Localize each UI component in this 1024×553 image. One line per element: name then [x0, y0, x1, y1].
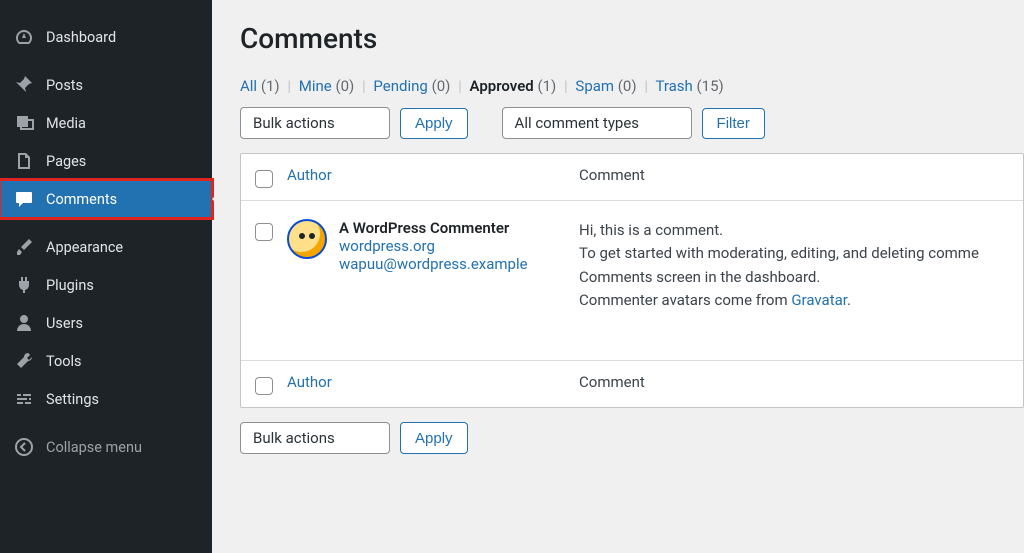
apply-button[interactable]: Apply	[400, 108, 468, 139]
comment-type-select[interactable]: All comment types	[502, 107, 692, 139]
column-author-bottom[interactable]: Author	[287, 373, 579, 391]
brush-icon	[14, 237, 34, 257]
bulk-actions-label: Bulk actions	[253, 114, 335, 132]
filter-approved-count: (1)	[537, 77, 556, 95]
top-toolbar: Bulk actions Apply All comment types Fil…	[240, 107, 1024, 139]
sidebar-item-media[interactable]: Media	[0, 104, 212, 142]
sidebar-item-label: Settings	[46, 391, 99, 408]
sliders-icon	[14, 389, 34, 409]
sidebar-item-label: Users	[46, 315, 83, 332]
plug-icon	[14, 275, 34, 295]
sidebar-item-collapse[interactable]: Collapse menu	[0, 428, 212, 466]
sidebar-item-settings[interactable]: Settings	[0, 380, 212, 418]
sidebar-item-plugins[interactable]: Plugins	[0, 266, 212, 304]
media-icon	[14, 113, 34, 133]
sidebar-item-pages[interactable]: Pages	[0, 142, 212, 180]
filter-links: All (1) | Mine (0) | Pending (0) | Appro…	[240, 77, 1024, 95]
sidebar-item-tools[interactable]: Tools	[0, 342, 212, 380]
filter-trash[interactable]: Trash	[655, 77, 692, 95]
comment-line: Comments screen in the dashboard.	[579, 266, 1009, 289]
bulk-actions-select-bottom[interactable]: Bulk actions	[240, 422, 390, 454]
author-url[interactable]: wordpress.org	[339, 237, 528, 255]
filter-all[interactable]: All	[240, 77, 257, 95]
filter-approved[interactable]: Approved	[470, 77, 534, 95]
table-header-row: Author Comment	[241, 154, 1023, 200]
collapse-icon	[14, 437, 34, 457]
apply-button-bottom[interactable]: Apply	[400, 422, 468, 454]
column-comment-bottom: Comment	[579, 373, 645, 391]
comment-line: To get started with moderating, editing,…	[579, 242, 1009, 265]
user-icon	[14, 313, 34, 333]
avatar	[287, 219, 327, 259]
author-block: A WordPress Commenter wordpress.org wapu…	[287, 219, 579, 273]
sidebar-item-label: Plugins	[46, 277, 94, 294]
pin-icon	[14, 75, 34, 95]
comments-table: Author Comment A WordPress Commenter wor…	[240, 153, 1024, 408]
select-all-checkbox[interactable]	[255, 170, 273, 188]
sidebar-item-label: Pages	[46, 153, 86, 170]
bottom-toolbar: Bulk actions Apply	[240, 422, 1024, 454]
sidebar-item-label: Media	[46, 115, 86, 132]
wrench-icon	[14, 351, 34, 371]
sidebar-item-label: Appearance	[46, 239, 123, 256]
select-all-checkbox-bottom[interactable]	[255, 377, 273, 395]
sidebar-item-comments[interactable]: Comments	[0, 180, 212, 218]
filter-spam[interactable]: Spam	[575, 77, 614, 95]
filter-pending-count: (0)	[432, 77, 451, 95]
content-area: Comments All (1) | Mine (0) | Pending (0…	[212, 0, 1024, 553]
filter-all-count: (1)	[261, 77, 280, 95]
filter-trash-count: (15)	[697, 77, 724, 95]
page-title: Comments	[240, 22, 1024, 55]
gravatar-link[interactable]: Gravatar	[791, 291, 847, 309]
row-checkbox[interactable]	[255, 223, 273, 241]
column-author[interactable]: Author	[287, 166, 579, 184]
column-comment: Comment	[579, 166, 645, 184]
filter-pending[interactable]: Pending	[373, 77, 427, 95]
sidebar-item-label: Posts	[46, 77, 83, 94]
sidebar-item-users[interactable]: Users	[0, 304, 212, 342]
sidebar-item-label: Tools	[46, 353, 82, 370]
comment-type-label: All comment types	[515, 114, 640, 132]
sidebar-item-dashboard[interactable]: Dashboard	[0, 18, 212, 56]
comment-line: Commenter avatars come from Gravatar.	[579, 289, 1009, 312]
filter-mine-count: (0)	[335, 77, 354, 95]
bulk-actions-label: Bulk actions	[253, 429, 335, 447]
sidebar-item-label: Collapse menu	[46, 439, 142, 456]
sidebar-item-posts[interactable]: Posts	[0, 66, 212, 104]
pages-icon	[14, 151, 34, 171]
comment-icon	[14, 189, 34, 209]
admin-sidebar: Dashboard Posts Media Pages Comments App…	[0, 0, 212, 553]
comment-line: Hi, this is a comment.	[579, 219, 1009, 242]
bulk-actions-select[interactable]: Bulk actions	[240, 107, 390, 139]
author-name: A WordPress Commenter	[339, 219, 528, 237]
comment-body: Hi, this is a comment. To get started wi…	[579, 219, 1009, 312]
sidebar-item-label: Dashboard	[46, 29, 116, 46]
filter-button[interactable]: Filter	[702, 108, 765, 139]
sidebar-item-appearance[interactable]: Appearance	[0, 228, 212, 266]
author-email[interactable]: wapuu@wordpress.example	[339, 255, 528, 273]
filter-mine[interactable]: Mine	[299, 77, 332, 95]
sidebar-item-label: Comments	[46, 191, 117, 208]
table-row: A WordPress Commenter wordpress.org wapu…	[241, 200, 1023, 360]
gauge-icon	[14, 27, 34, 47]
table-footer-row: Author Comment	[241, 360, 1023, 407]
filter-spam-count: (0)	[618, 77, 637, 95]
